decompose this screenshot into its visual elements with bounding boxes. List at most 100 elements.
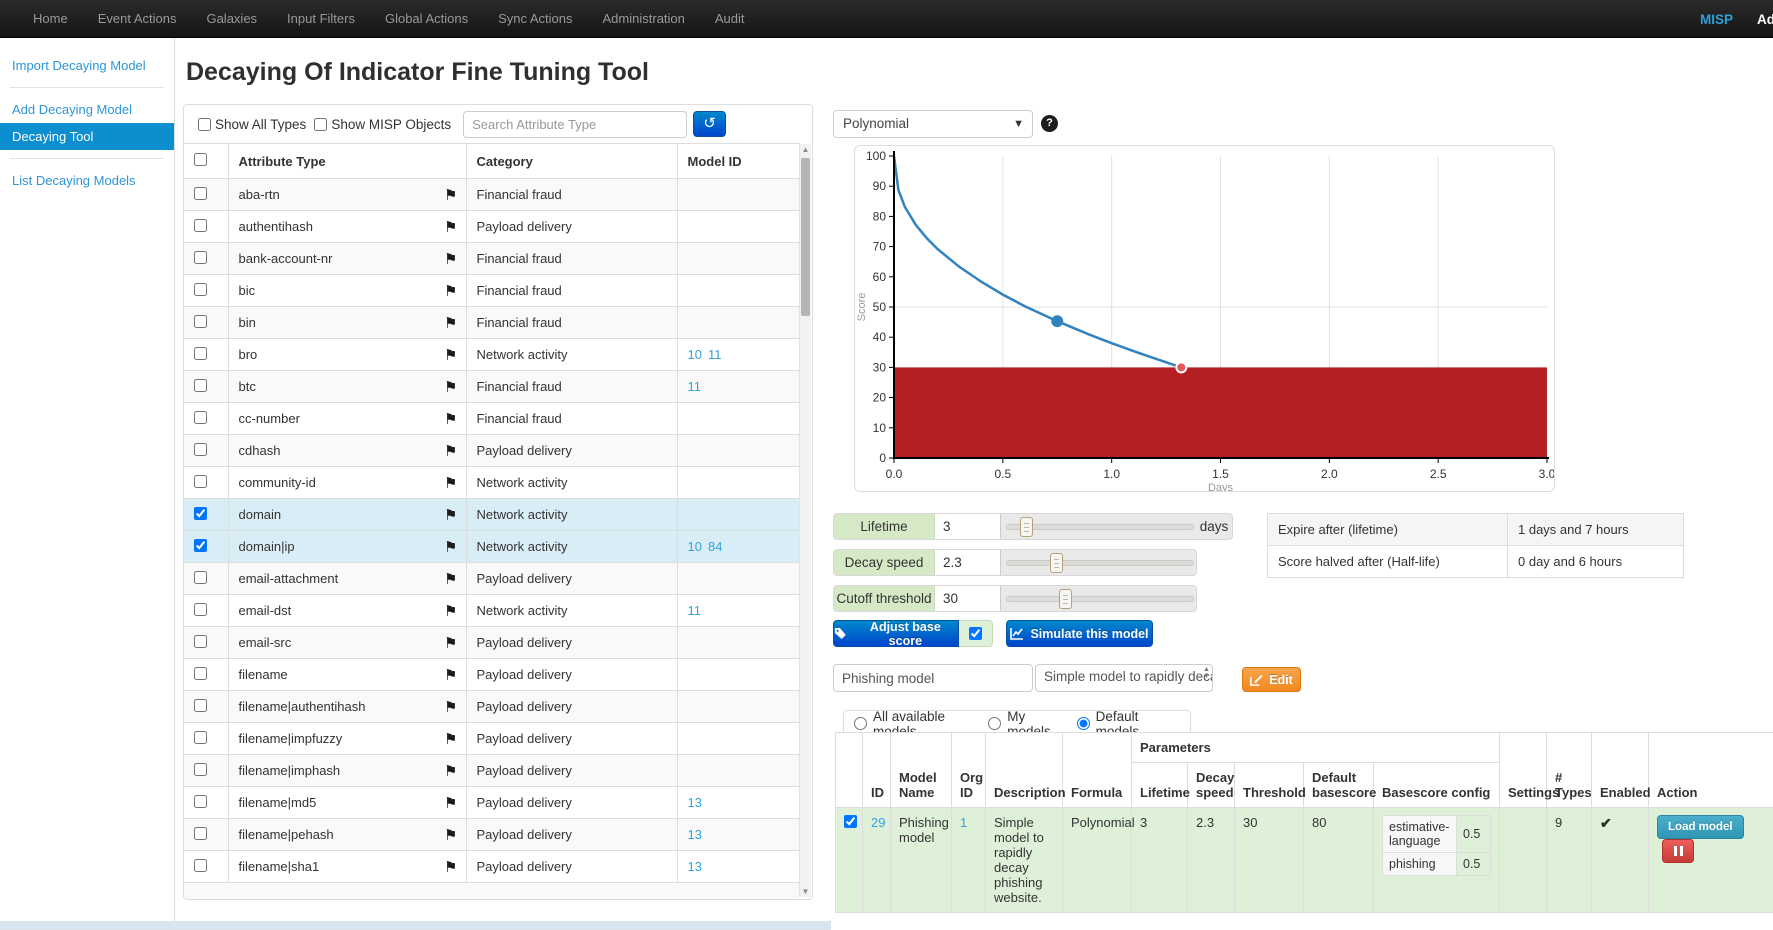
attribute-row-checkbox[interactable] [194, 699, 207, 712]
model-description-textarea[interactable]: Simple model to rapidly decay [1035, 664, 1213, 692]
nav-item-global-actions[interactable]: Global Actions [370, 0, 483, 38]
nav-item-galaxies[interactable]: Galaxies [191, 0, 272, 38]
attribute-row[interactable]: domain⚑Network activity [184, 499, 800, 531]
attribute-row-checkbox[interactable] [194, 219, 207, 232]
model-id-link[interactable]: 10 [688, 539, 702, 554]
formula-select[interactable]: Polynomial ▼ [833, 110, 1033, 138]
scroll-down-icon[interactable]: ▼ [800, 887, 811, 896]
attribute-row-checkbox[interactable] [194, 411, 207, 424]
decay-speed-input[interactable] [935, 550, 1001, 575]
show-misp-objects-label[interactable]: Show MISP Objects [331, 117, 451, 132]
decay-speed-slider[interactable] [1006, 560, 1194, 566]
refresh-button[interactable]: ↺ [693, 111, 726, 137]
attribute-row-checkbox[interactable] [194, 443, 207, 456]
attribute-row[interactable]: filename|sha1⚑Payload delivery13 [184, 851, 800, 883]
attribute-row-checkbox[interactable] [194, 859, 207, 872]
attribute-row-checkbox[interactable] [194, 539, 207, 552]
attribute-row-checkbox[interactable] [194, 507, 207, 520]
attribute-row[interactable]: bin⚑Financial fraud [184, 307, 800, 339]
attribute-row[interactable]: email-src⚑Payload delivery [184, 627, 800, 659]
model-id-link[interactable]: 84 [708, 539, 722, 554]
attribute-row[interactable]: cdhash⚑Payload delivery [184, 435, 800, 467]
simulate-model-button[interactable]: Simulate this model [1006, 620, 1153, 647]
scrollbar-thumb[interactable] [801, 158, 810, 316]
cutoff-threshold-slider-handle[interactable] [1059, 589, 1072, 609]
attribute-row[interactable]: authentihash⚑Payload delivery [184, 211, 800, 243]
attribute-row-checkbox[interactable] [194, 731, 207, 744]
select-all-checkbox[interactable] [194, 153, 207, 166]
model-filter-radio-2[interactable] [1077, 717, 1090, 730]
adjust-base-score-checkbox[interactable] [969, 627, 982, 640]
cutoff-threshold-slider[interactable] [1006, 596, 1194, 602]
decay-speed-slider-handle[interactable] [1050, 553, 1063, 573]
attribute-table-scrollbar[interactable]: ▲ ▼ [799, 144, 811, 897]
lifetime-slider-handle[interactable] [1020, 517, 1033, 537]
model-row-checkbox[interactable] [844, 815, 857, 828]
attribute-row-checkbox[interactable] [194, 603, 207, 616]
model-id-link[interactable]: 13 [688, 859, 702, 874]
cutoff-threshold-input[interactable] [935, 586, 1001, 611]
sidebar-item-decaying-tool[interactable]: Decaying Tool [0, 123, 174, 150]
model-id-link[interactable]: 13 [688, 827, 702, 842]
attribute-row[interactable]: btc⚑Financial fraud11 [184, 371, 800, 403]
attribute-row[interactable]: aba-rtn⚑Financial fraud [184, 179, 800, 211]
model-filter-radio-0[interactable] [854, 717, 867, 730]
sidebar-item-add-decaying-model[interactable]: Add Decaying Model [0, 96, 174, 123]
disable-model-button[interactable] [1662, 839, 1694, 863]
attribute-row[interactable]: bank-account-nr⚑Financial fraud [184, 243, 800, 275]
attribute-row-checkbox[interactable] [194, 795, 207, 808]
sidebar-item-list-decaying-models[interactable]: List Decaying Models [0, 167, 174, 194]
attribute-row-checkbox[interactable] [194, 635, 207, 648]
show-misp-objects-checkbox[interactable] [314, 118, 327, 131]
attribute-row-checkbox[interactable] [194, 475, 207, 488]
attribute-row[interactable]: email-attachment⚑Payload delivery [184, 563, 800, 595]
attribute-row[interactable]: filename|pehash⚑Payload delivery13 [184, 819, 800, 851]
lifetime-input[interactable] [935, 514, 1001, 539]
load-model-button[interactable]: Load model [1657, 815, 1744, 839]
model-id-link[interactable]: 29 [871, 815, 885, 830]
attribute-row-checkbox[interactable] [194, 283, 207, 296]
attribute-row[interactable]: bro⚑Network activity1011 [184, 339, 800, 371]
attribute-row-checkbox[interactable] [194, 827, 207, 840]
attribute-row-checkbox[interactable] [194, 347, 207, 360]
model-id-link[interactable]: 13 [688, 795, 702, 810]
nav-item-sync-actions[interactable]: Sync Actions [483, 0, 587, 38]
attribute-row-checkbox[interactable] [194, 187, 207, 200]
attribute-row[interactable]: domain|ip⚑Network activity1084 [184, 531, 800, 563]
attribute-row[interactable]: filename|authentihash⚑Payload delivery [184, 691, 800, 723]
help-icon[interactable]: ? [1041, 115, 1058, 132]
attribute-row[interactable]: community-id⚑Network activity [184, 467, 800, 499]
decay-chart[interactable]: 01020304050607080901000.00.51.01.52.02.5… [854, 145, 1555, 492]
attribute-row[interactable]: filename|imphash⚑Payload delivery [184, 755, 800, 787]
model-id-link[interactable]: 11 [688, 379, 702, 394]
attribute-row-checkbox[interactable] [194, 251, 207, 264]
attribute-row-checkbox[interactable] [194, 571, 207, 584]
attribute-row[interactable]: email-dst⚑Network activity11 [184, 595, 800, 627]
attribute-row[interactable]: bic⚑Financial fraud [184, 275, 800, 307]
model-id-link[interactable]: 11 [688, 603, 702, 618]
attribute-row[interactable]: filename|impfuzzy⚑Payload delivery [184, 723, 800, 755]
nav-item-event-actions[interactable]: Event Actions [83, 0, 192, 38]
model-id-link[interactable]: 11 [708, 347, 722, 362]
nav-item-home[interactable]: Home [18, 0, 83, 38]
attribute-row-checkbox[interactable] [194, 763, 207, 776]
misp-brand-link[interactable]: MISP [1700, 12, 1733, 27]
nav-item-administration[interactable]: Administration [588, 0, 700, 38]
show-all-types-checkbox[interactable] [198, 118, 211, 131]
adjust-base-score-button[interactable]: Adjust base score [833, 620, 959, 647]
model-id-link[interactable]: 10 [688, 347, 702, 362]
show-all-types-label[interactable]: Show All Types [215, 117, 306, 132]
model-row[interactable]: 29 Phishing model 1 Simple model to rapi… [836, 808, 1773, 913]
org-id-link[interactable]: 1 [960, 815, 967, 830]
nav-item-input-filters[interactable]: Input Filters [272, 0, 370, 38]
user-menu[interactable]: Ad [1757, 12, 1773, 27]
attribute-row-checkbox[interactable] [194, 315, 207, 328]
attribute-row[interactable]: filename|md5⚑Payload delivery13 [184, 787, 800, 819]
attribute-row-checkbox[interactable] [194, 667, 207, 680]
lifetime-slider[interactable] [1006, 524, 1194, 530]
attribute-row-checkbox[interactable] [194, 379, 207, 392]
scroll-up-icon[interactable]: ▲ [800, 145, 811, 154]
model-filter-radio-1[interactable] [988, 717, 1001, 730]
edit-model-button[interactable]: Edit [1242, 667, 1301, 692]
adjust-base-score-toggle[interactable] [959, 620, 993, 647]
